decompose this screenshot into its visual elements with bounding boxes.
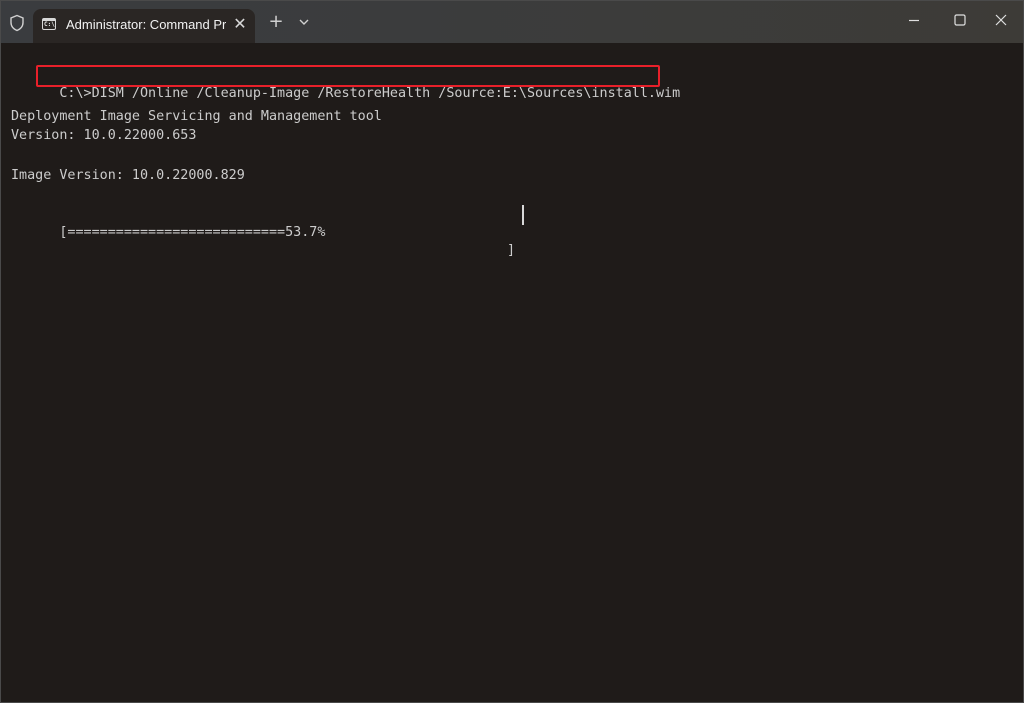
progress-bar-end: ]: [507, 243, 516, 258]
tab-title: Administrator: Command Pro: [66, 17, 226, 32]
new-tab-button[interactable]: +: [267, 13, 285, 31]
command-text: DISM /Online /Cleanup-Image /RestoreHeal…: [91, 86, 681, 101]
title-bar[interactable]: C:\ Administrator: Command Pro ✕ +: [1, 1, 1023, 43]
tab-command-prompt[interactable]: C:\ Administrator: Command Pro ✕: [33, 9, 255, 43]
cmd-icon: C:\: [42, 18, 56, 30]
progress-bar-text: [===========================53.7%: [59, 225, 326, 240]
progress-line: [===========================53.7% ]: [11, 205, 531, 258]
prompt: C:\>: [59, 86, 92, 101]
minimize-button[interactable]: [891, 1, 937, 39]
chevron-down-icon[interactable]: [297, 15, 311, 29]
shield-icon: [10, 14, 24, 32]
terminal-output[interactable]: C:\>DISM /Online /Cleanup-Image /Restore…: [11, 65, 680, 258]
terminal-window: C:\ Administrator: Command Pro ✕ + C:\>D…: [0, 0, 1024, 703]
text-cursor: [522, 205, 524, 225]
output-line: Image Version: 10.0.22000.829: [11, 168, 245, 183]
output-line: Deployment Image Servicing and Managemen…: [11, 109, 382, 124]
close-window-button[interactable]: [977, 1, 1023, 39]
command-line: C:\>DISM /Online /Cleanup-Image /Restore…: [11, 65, 680, 101]
output-line: Version: 10.0.22000.653: [11, 128, 197, 143]
close-tab-icon[interactable]: ✕: [231, 15, 249, 33]
command-highlight-box: [36, 65, 660, 87]
